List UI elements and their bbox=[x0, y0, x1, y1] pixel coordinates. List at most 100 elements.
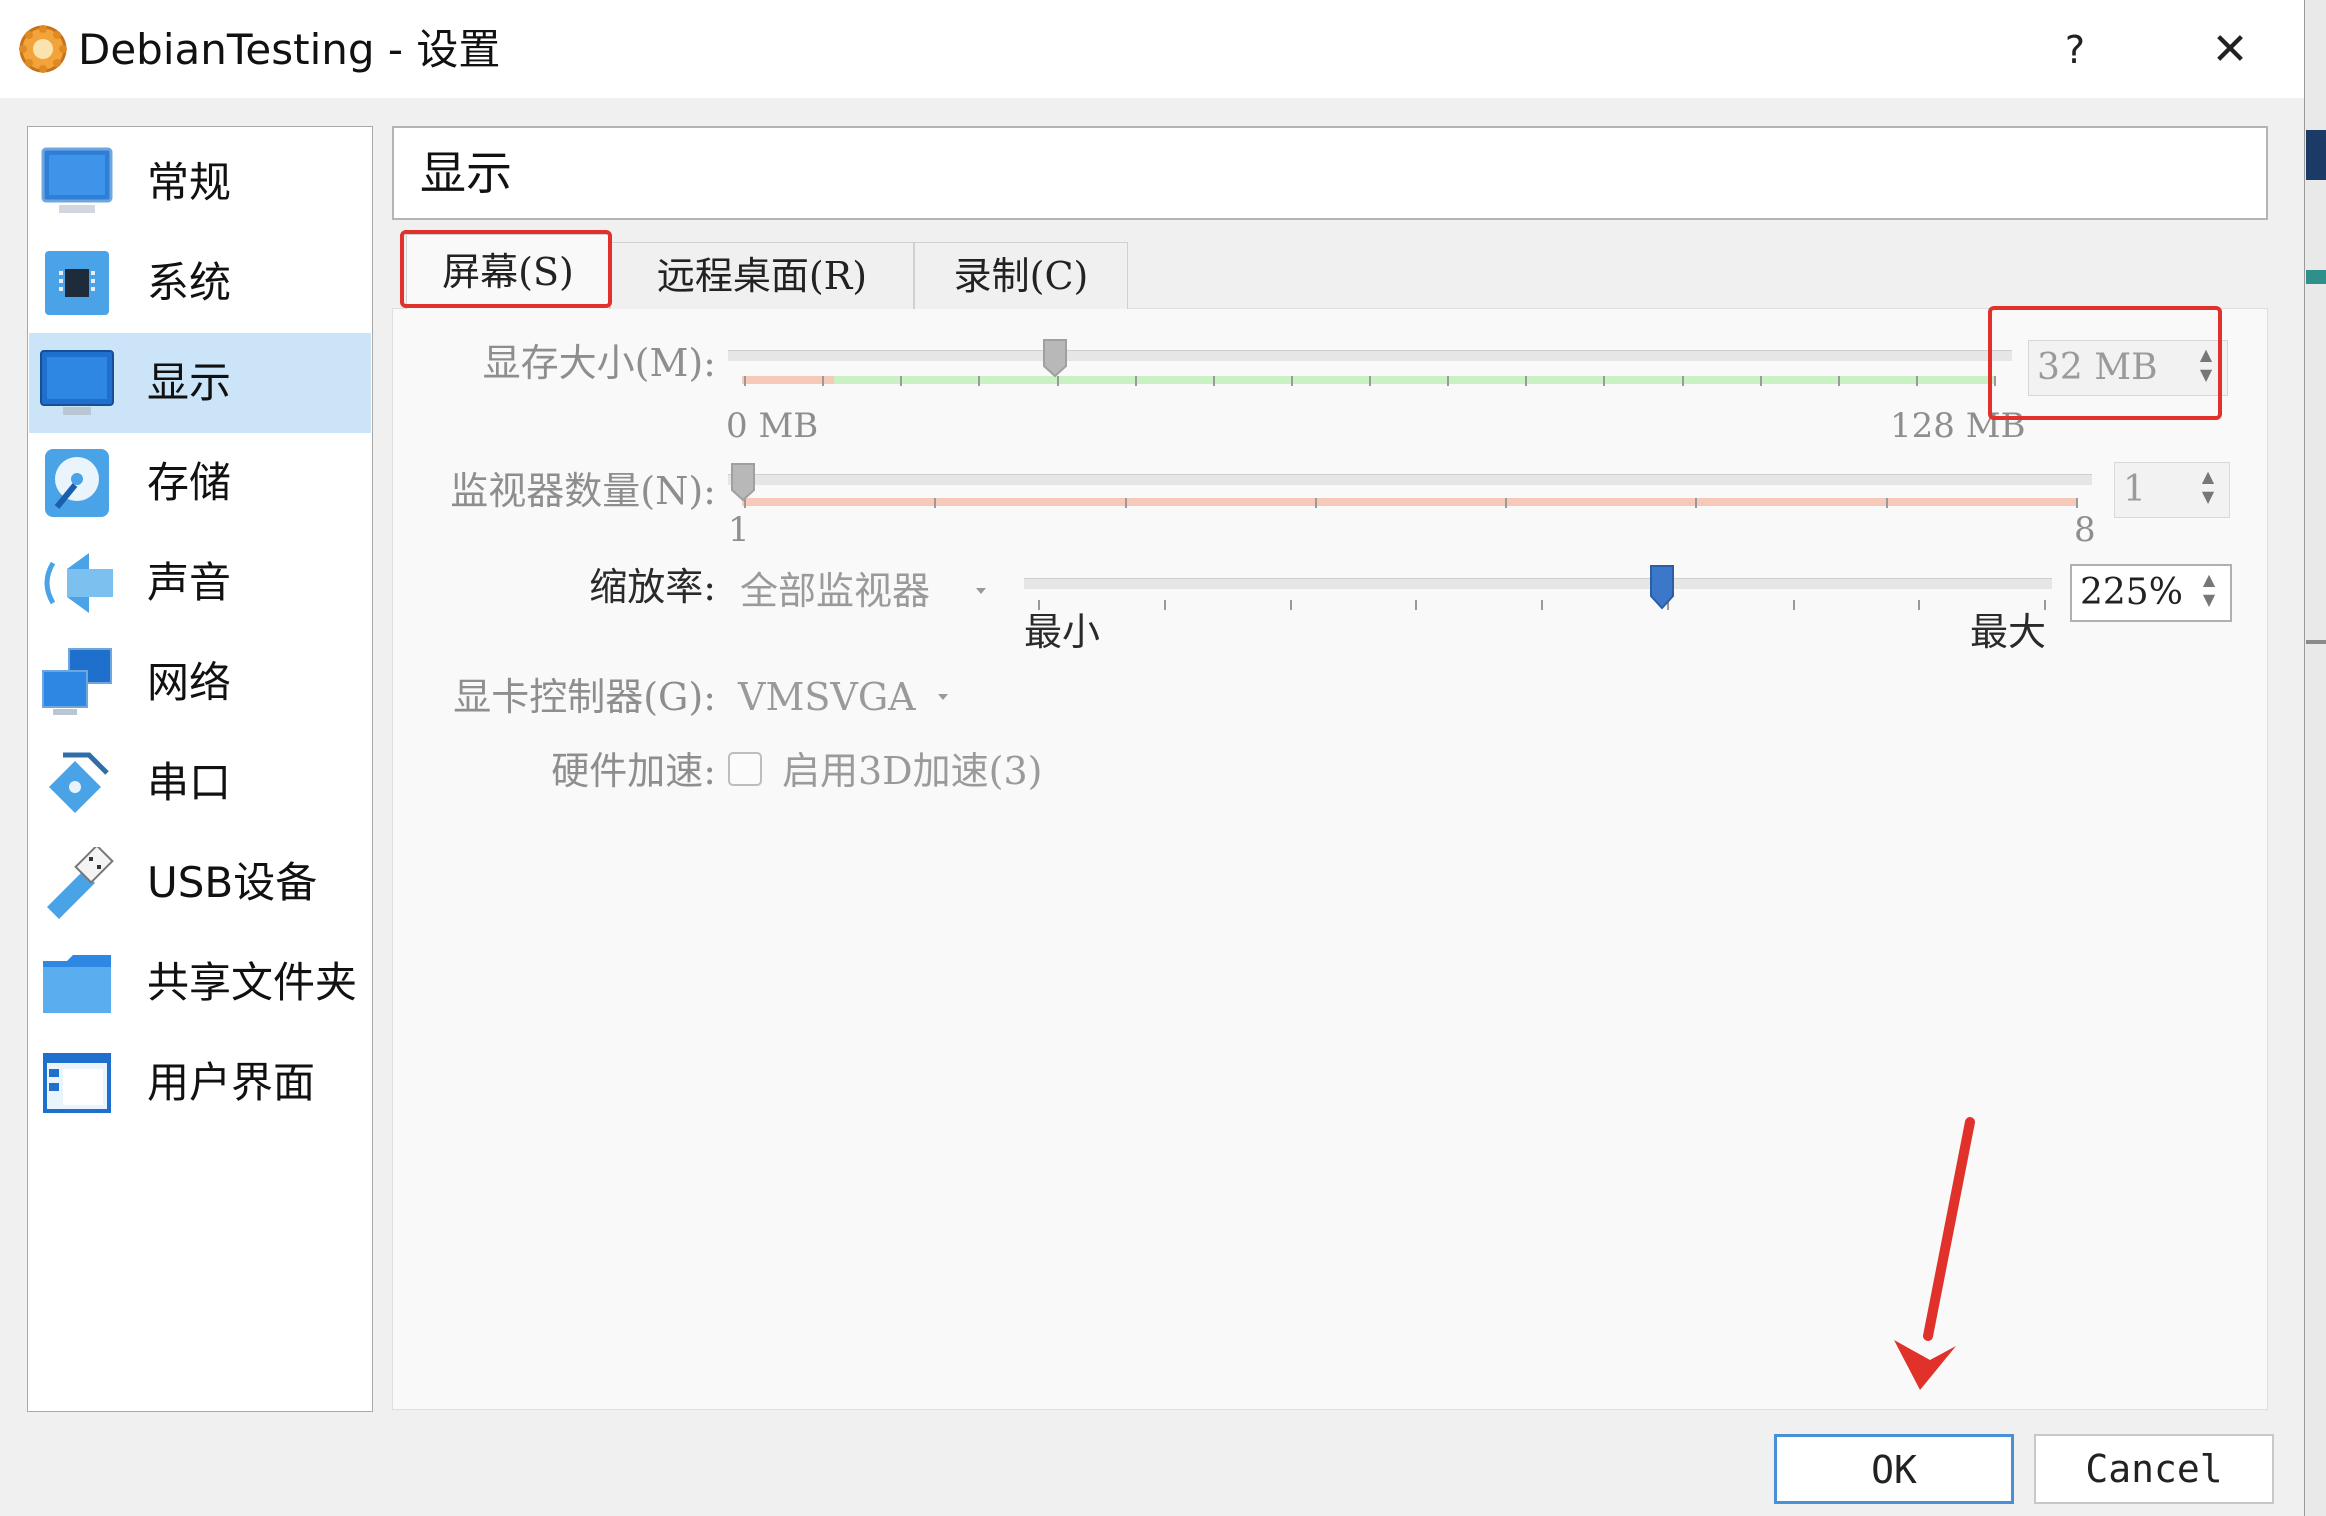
sidebar-item-display[interactable]: 显示 bbox=[29, 333, 371, 433]
video-memory-tick bbox=[1525, 376, 1528, 386]
sidebar-item-label: 串口 bbox=[147, 758, 232, 807]
scale-factor-slider-track[interactable] bbox=[1024, 578, 2052, 589]
scale-factor-tick bbox=[1792, 600, 1795, 610]
cancel-button[interactable]: Cancel bbox=[2034, 1434, 2274, 1504]
video-memory-tick bbox=[978, 376, 981, 386]
spin-arrows-icon[interactable]: ▲ ▼ bbox=[2192, 570, 2226, 614]
disk-icon bbox=[45, 449, 109, 517]
sidebar-item-label: 存储 bbox=[147, 458, 232, 507]
video-memory-tick bbox=[1915, 376, 1918, 386]
sidebar-item-label: 用户界面 bbox=[147, 1058, 316, 1107]
help-button[interactable]: ? bbox=[2040, 20, 2110, 80]
video-memory-tick bbox=[1759, 376, 1762, 386]
sidebar-item-label: 共享文件夹 bbox=[147, 958, 358, 1007]
scale-factor-tick bbox=[1541, 600, 1543, 610]
sidebar-item-label: 网络 bbox=[147, 658, 232, 707]
page-title: 显示 bbox=[420, 146, 512, 200]
sidebar-item-label: 常规 bbox=[147, 158, 232, 207]
video-memory-tick bbox=[1212, 376, 1215, 386]
video-memory-slider-track[interactable] bbox=[728, 350, 2012, 361]
sidebar-item-general[interactable]: 常规 bbox=[29, 133, 371, 233]
title-bar: DebianTesting - 设置 ? ✕ bbox=[0, 0, 2304, 98]
scale-min-label: 最小 bbox=[1024, 610, 1101, 654]
monitor-count-tick bbox=[1124, 498, 1127, 508]
graphics-controller-combo[interactable]: VMSVGA bbox=[738, 672, 916, 722]
video-memory-tick bbox=[1603, 376, 1606, 386]
monitor-count-tick bbox=[1695, 498, 1698, 508]
sidebar-item-label: USB设备 bbox=[147, 858, 318, 907]
enable-3d-acceleration-checkbox[interactable] bbox=[728, 752, 762, 786]
annotation-arrow bbox=[1894, 1117, 1975, 1390]
video-memory-strip-low bbox=[742, 376, 834, 384]
enable-3d-acceleration-label[interactable]: 启用3D加速(3) bbox=[782, 746, 1042, 796]
scale-monitor-combo[interactable]: 全部监视器 bbox=[740, 566, 930, 616]
video-memory-tick bbox=[822, 376, 825, 386]
video-memory-tick bbox=[1681, 376, 1684, 386]
serial-port-icon bbox=[49, 752, 109, 813]
tab-highlight-box bbox=[400, 230, 612, 308]
combo-dropdown-icon[interactable] bbox=[938, 694, 948, 700]
close-icon: ✕ bbox=[2211, 24, 2249, 75]
scale-factor-spinbox[interactable]: 225% ▲ ▼ bbox=[2070, 564, 2232, 622]
sidebar-item-label: 系统 bbox=[147, 258, 232, 307]
monitor-count-tick bbox=[2076, 498, 2078, 508]
video-memory-tick bbox=[744, 376, 746, 386]
sidebar-item-network[interactable]: 网络 bbox=[29, 633, 371, 733]
sidebar-item-label: 声音 bbox=[147, 558, 232, 607]
monitor-count-spinbox[interactable]: 1 ▲ ▼ bbox=[2114, 462, 2230, 518]
settings-sidebar: 常规 系统 显示 存储 声音 网络 串口 USB设备 共享文件夹 用户界面 bbox=[27, 126, 373, 1412]
sidebar-item-serial[interactable]: 串口 bbox=[29, 733, 371, 833]
ok-button[interactable]: OK bbox=[1774, 1434, 2014, 1504]
monitor-count-max-label: 8 bbox=[2074, 510, 2096, 550]
monitor-count-tick bbox=[1314, 498, 1317, 508]
scale-factor-tick bbox=[1918, 600, 1921, 610]
scale-factor-tick bbox=[1415, 600, 1418, 610]
display-icon bbox=[40, 350, 114, 415]
sidebar-item-storage[interactable]: 存储 bbox=[29, 433, 371, 533]
video-memory-label: 显存大小(M): bbox=[482, 341, 716, 385]
monitor-count-slider-track[interactable] bbox=[728, 474, 2092, 485]
sidebar-item-user-interface[interactable]: 用户界面 bbox=[29, 1033, 371, 1133]
scale-factor-tick bbox=[2044, 600, 2046, 610]
video-memory-slider-handle[interactable] bbox=[1042, 338, 1068, 378]
monitor-count-tick bbox=[1885, 498, 1888, 508]
tab-recording[interactable]: 录制(C) bbox=[914, 242, 1128, 309]
settings-dialog: DebianTesting - 设置 ? ✕ 常规 系统 显示 存储 声音 网络… bbox=[0, 0, 2305, 1516]
monitor-count-tick bbox=[934, 498, 937, 508]
video-memory-tick bbox=[1369, 376, 1371, 386]
window-title: DebianTesting - 设置 bbox=[78, 25, 501, 74]
graphics-controller-label: 显卡控制器(G): bbox=[453, 675, 716, 719]
sidebar-item-shared-folders[interactable]: 共享文件夹 bbox=[29, 933, 371, 1033]
monitor-count-strip bbox=[742, 498, 2078, 506]
memory-highlight-box bbox=[1988, 306, 2222, 420]
tab-remote-desktop[interactable]: 远程桌面(R) bbox=[610, 242, 914, 309]
background-window bbox=[2304, 0, 2326, 1516]
network-icon bbox=[42, 648, 112, 715]
folder-icon bbox=[43, 955, 111, 1013]
video-memory-strip-ok bbox=[834, 376, 1996, 384]
monitor-count-slider-handle[interactable] bbox=[730, 462, 756, 502]
speaker-icon bbox=[44, 553, 113, 613]
virtualbox-app-icon bbox=[19, 25, 67, 73]
usb-icon bbox=[47, 847, 114, 919]
sidebar-item-audio[interactable]: 声音 bbox=[29, 533, 371, 633]
window-ui-icon bbox=[43, 1053, 111, 1113]
scale-factor-slider-handle[interactable] bbox=[1649, 564, 1675, 610]
monitor-general-icon bbox=[41, 147, 113, 213]
sidebar-item-usb[interactable]: USB设备 bbox=[29, 833, 371, 933]
monitor-count-tick bbox=[1505, 498, 1508, 508]
section-header: 显示 bbox=[392, 126, 2268, 220]
scale-factor-value: 225% bbox=[2080, 572, 2183, 613]
video-memory-tick bbox=[1447, 376, 1450, 386]
spin-arrows-icon[interactable]: ▲ ▼ bbox=[2191, 467, 2225, 511]
sidebar-item-system[interactable]: 系统 bbox=[29, 233, 371, 333]
combo-dropdown-icon[interactable] bbox=[976, 588, 986, 594]
acceleration-label: 硬件加速: bbox=[551, 749, 716, 793]
scale-factor-tick bbox=[1289, 600, 1292, 610]
video-memory-tick bbox=[900, 376, 903, 386]
sidebar-item-label: 显示 bbox=[147, 358, 232, 407]
video-memory-min-label: 0 MB bbox=[726, 406, 819, 446]
monitor-count-min-label: 1 bbox=[728, 510, 750, 550]
video-memory-tick bbox=[1290, 376, 1293, 386]
close-button[interactable]: ✕ bbox=[2190, 20, 2270, 80]
